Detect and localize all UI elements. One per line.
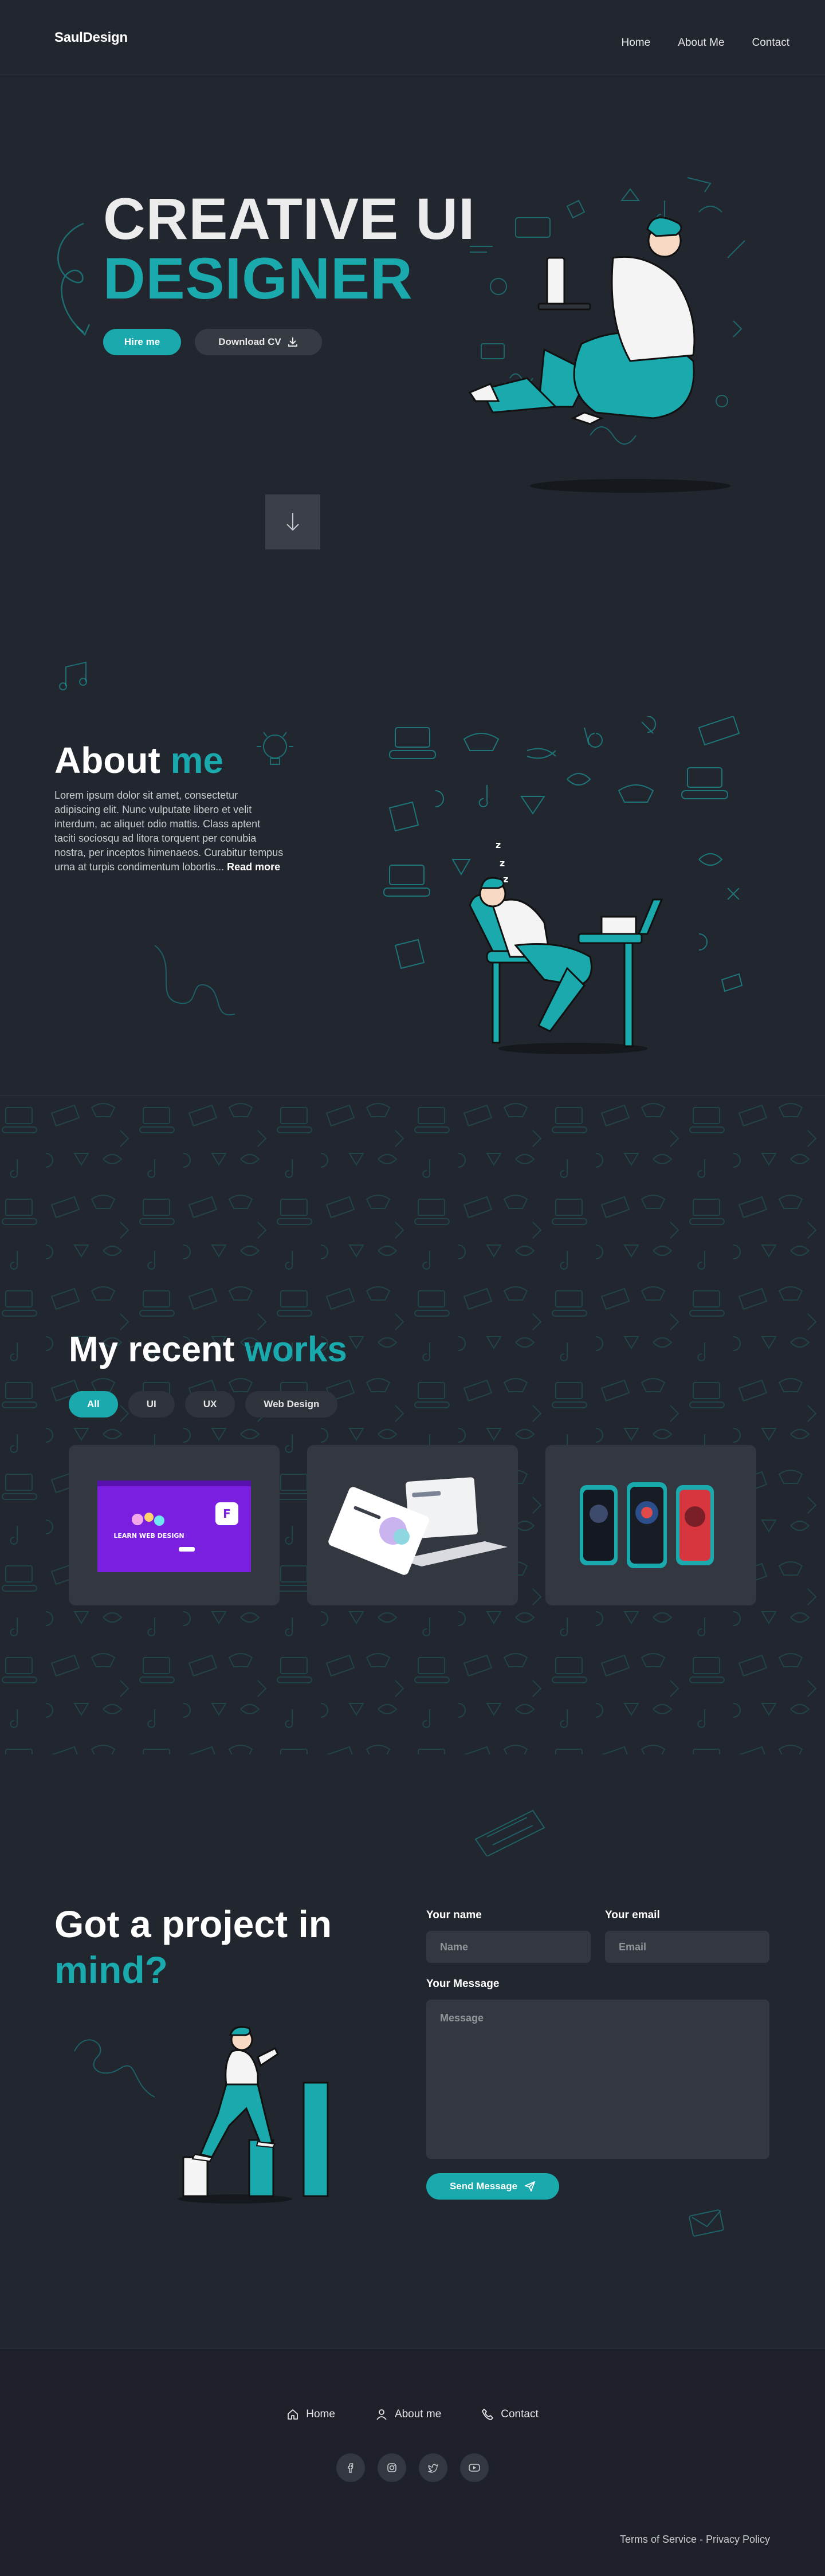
send-icon bbox=[525, 2181, 535, 2192]
works-title-word1: My recent bbox=[69, 1330, 235, 1369]
contact-title-line2: mind? bbox=[54, 1949, 168, 1991]
send-message-label: Send Message bbox=[449, 2181, 518, 2192]
work-card-2[interactable] bbox=[307, 1445, 518, 1605]
svg-text:z: z bbox=[496, 839, 501, 850]
hero-title: CREATIVE UI DESIGNER bbox=[103, 189, 476, 308]
about-doodle-scribble bbox=[154, 945, 235, 1016]
work-card-3-preview bbox=[580, 1482, 714, 1568]
contact-doodle-envelope bbox=[689, 2209, 724, 2237]
filter-ux[interactable]: UX bbox=[184, 1391, 235, 1417]
work-card-2-preview bbox=[328, 1477, 508, 1575]
twitter-link[interactable] bbox=[419, 2453, 447, 2482]
footer-nav-home-label: Home bbox=[306, 2408, 335, 2420]
footer-nav-about-label: About me bbox=[394, 2408, 442, 2420]
youtube-link[interactable] bbox=[460, 2453, 489, 2482]
legal-links[interactable]: Terms of Service - Privacy Policy bbox=[620, 2534, 770, 2546]
phone-icon bbox=[482, 2409, 494, 2420]
nav-contact[interactable]: Contact bbox=[752, 37, 789, 49]
filter-all[interactable]: All bbox=[69, 1391, 118, 1417]
hero-title-line2: DESIGNER bbox=[103, 246, 413, 311]
work-card-1-preview: F LEARN WEB DESIGN bbox=[97, 1481, 251, 1572]
about-title-word2: me bbox=[170, 740, 224, 781]
contact-title-line1: Got a project in bbox=[54, 1903, 332, 1945]
hero-illustration bbox=[468, 177, 745, 493]
facebook-icon bbox=[348, 2463, 353, 2473]
works-title-word2: works bbox=[244, 1330, 347, 1369]
works-title: My recent works bbox=[69, 1329, 347, 1370]
arrow-down-icon bbox=[286, 513, 299, 531]
filter-ui[interactable]: UI bbox=[128, 1391, 175, 1417]
filter-web-design[interactable]: Web Design bbox=[245, 1391, 338, 1417]
download-cv-label: Download CV bbox=[218, 336, 281, 347]
footer-nav-contact[interactable]: Contact bbox=[481, 2408, 539, 2421]
about-title-word1: About bbox=[54, 740, 160, 781]
about-doodle-note bbox=[59, 661, 87, 690]
main-nav: Home About Me Contact bbox=[622, 37, 790, 49]
work-card-1[interactable]: F LEARN WEB DESIGN bbox=[69, 1445, 280, 1605]
download-cv-button[interactable]: Download CV bbox=[195, 329, 322, 355]
nav-about-me[interactable]: About Me bbox=[678, 37, 724, 49]
work-card-3[interactable] bbox=[545, 1445, 756, 1605]
work-card-1-heading: LEARN WEB DESIGN bbox=[113, 1532, 184, 1540]
name-input[interactable] bbox=[426, 1931, 591, 1963]
message-input[interactable] bbox=[426, 2000, 769, 2159]
facebook-link[interactable] bbox=[336, 2453, 365, 2482]
send-message-button[interactable]: Send Message bbox=[426, 2173, 559, 2200]
contact-illustration bbox=[178, 2026, 329, 2204]
about-title: About me bbox=[54, 739, 223, 782]
svg-text:z: z bbox=[500, 858, 505, 869]
nav-home[interactable]: Home bbox=[622, 37, 651, 49]
instagram-icon bbox=[387, 2463, 396, 2472]
user-icon bbox=[376, 2409, 387, 2420]
message-label: Your Message bbox=[426, 1978, 500, 1990]
works-filters: All UI UX Web Design bbox=[69, 1391, 338, 1417]
scroll-down-button[interactable] bbox=[265, 494, 320, 549]
hero-title-line1: CREATIVE UI bbox=[103, 186, 476, 252]
contact-doodle-spiral bbox=[74, 2039, 155, 2098]
footer-nav-about[interactable]: About me bbox=[375, 2408, 441, 2421]
footer-nav-contact-label: Contact bbox=[501, 2408, 539, 2420]
download-icon bbox=[288, 337, 297, 347]
about-body: Lorem ipsum dolor sit amet, consectetur … bbox=[54, 790, 284, 873]
contact-title: Got a project in mind? bbox=[54, 1901, 332, 1993]
footer-nav: Home About me Contact bbox=[0, 2408, 825, 2421]
name-label: Your name bbox=[426, 1909, 482, 1921]
hire-me-button[interactable]: Hire me bbox=[103, 329, 181, 355]
logo[interactable]: SaulDesign bbox=[54, 30, 128, 46]
hire-me-label: Hire me bbox=[124, 336, 160, 347]
home-icon bbox=[288, 2409, 298, 2420]
works-doodle-pattern bbox=[0, 1096, 825, 1754]
about-illustration: zzz bbox=[383, 716, 743, 1054]
about-doodle-bulb bbox=[257, 732, 293, 765]
contact-doodle-keyboard bbox=[474, 1809, 545, 1856]
youtube-icon bbox=[469, 2464, 480, 2472]
footer-nav-home[interactable]: Home bbox=[286, 2408, 335, 2421]
about-text: Lorem ipsum dolor sit amet, consectetur … bbox=[54, 788, 284, 874]
email-input[interactable] bbox=[605, 1931, 769, 1963]
svg-text:F: F bbox=[223, 1507, 231, 1521]
works-section-background bbox=[0, 1095, 825, 1754]
email-label: Your email bbox=[605, 1909, 660, 1921]
instagram-link[interactable] bbox=[378, 2453, 406, 2482]
hero-doodle-arrow bbox=[57, 222, 91, 336]
social-links bbox=[0, 2453, 825, 2482]
twitter-icon bbox=[428, 2464, 438, 2473]
site-header: SaulDesign Home About Me Contact bbox=[0, 0, 825, 74]
read-more-link[interactable]: Read more bbox=[227, 861, 280, 873]
